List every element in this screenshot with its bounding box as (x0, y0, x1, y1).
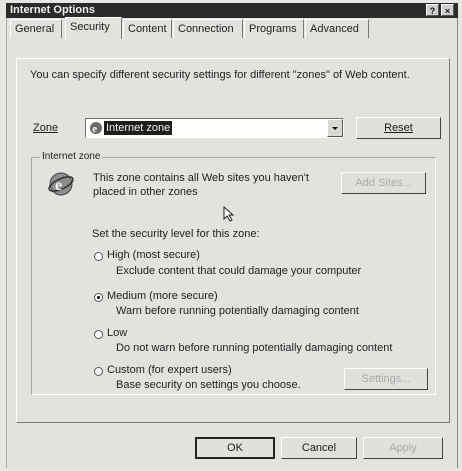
window-title: Internet Options (10, 4, 95, 16)
tab-advanced[interactable]: Advanced (305, 19, 369, 38)
level-custom-label[interactable]: Custom (for expert users) (107, 364, 232, 376)
close-icon: × (444, 6, 451, 16)
zone-select-value: Internet zone (104, 121, 173, 135)
reset-button[interactable]: Reset (356, 117, 441, 139)
tab-programs[interactable]: Programs (244, 19, 304, 38)
radio-low[interactable] (94, 330, 103, 339)
level-medium-description: Warn before running potentially damaging… (116, 305, 359, 317)
zone-description-line2: placed in other zones (93, 186, 198, 198)
ok-button[interactable]: OK (195, 437, 275, 459)
title-bar: Internet Options ? × (6, 3, 458, 18)
close-button[interactable]: × (441, 4, 454, 16)
radio-medium[interactable] (94, 293, 103, 302)
level-high-description: Exclude content that could damage your c… (116, 265, 362, 277)
internet-explorer-icon: e (90, 122, 102, 135)
apply-button[interactable]: Apply (363, 437, 443, 459)
mouse-pointer-icon (223, 206, 235, 222)
internet-globe-icon: e (48, 172, 74, 196)
level-low-description: Do not warn before running potentially d… (116, 342, 393, 354)
help-button[interactable]: ? (426, 4, 439, 16)
tab-connection[interactable]: Connection (173, 19, 243, 38)
zone-dropdown-button[interactable] (327, 119, 343, 137)
zone-description-line1: This zone contains all Web sites you hav… (93, 172, 309, 184)
level-custom-description: Base security on settings you choose. (116, 379, 301, 391)
tab-content[interactable]: Content (123, 19, 172, 38)
tab-general[interactable]: General (10, 19, 62, 38)
zone-group-label: Internet zone (40, 151, 103, 162)
level-medium-label[interactable]: Medium (more secure) (107, 290, 218, 302)
radio-high[interactable] (94, 252, 103, 261)
help-icon: ? (429, 6, 436, 16)
cancel-button[interactable]: Cancel (281, 437, 357, 459)
level-high-label[interactable]: High (most secure) (107, 249, 200, 261)
security-intro-text: You can specify different security setti… (30, 69, 410, 81)
add-sites-button[interactable]: Add Sites... (341, 172, 426, 194)
svg-text:e: e (92, 123, 97, 135)
security-level-prompt: Set the security level for this zone: (92, 228, 260, 240)
zone-select[interactable]: e Internet zone (85, 118, 344, 138)
chevron-down-icon (332, 127, 338, 130)
radio-custom[interactable] (94, 367, 103, 376)
level-low-label[interactable]: Low (107, 327, 127, 339)
svg-text:e: e (55, 177, 62, 194)
settings-button[interactable]: Settings... (344, 368, 428, 390)
zone-label: Zone (33, 122, 59, 134)
tab-security[interactable]: Security (65, 17, 122, 39)
